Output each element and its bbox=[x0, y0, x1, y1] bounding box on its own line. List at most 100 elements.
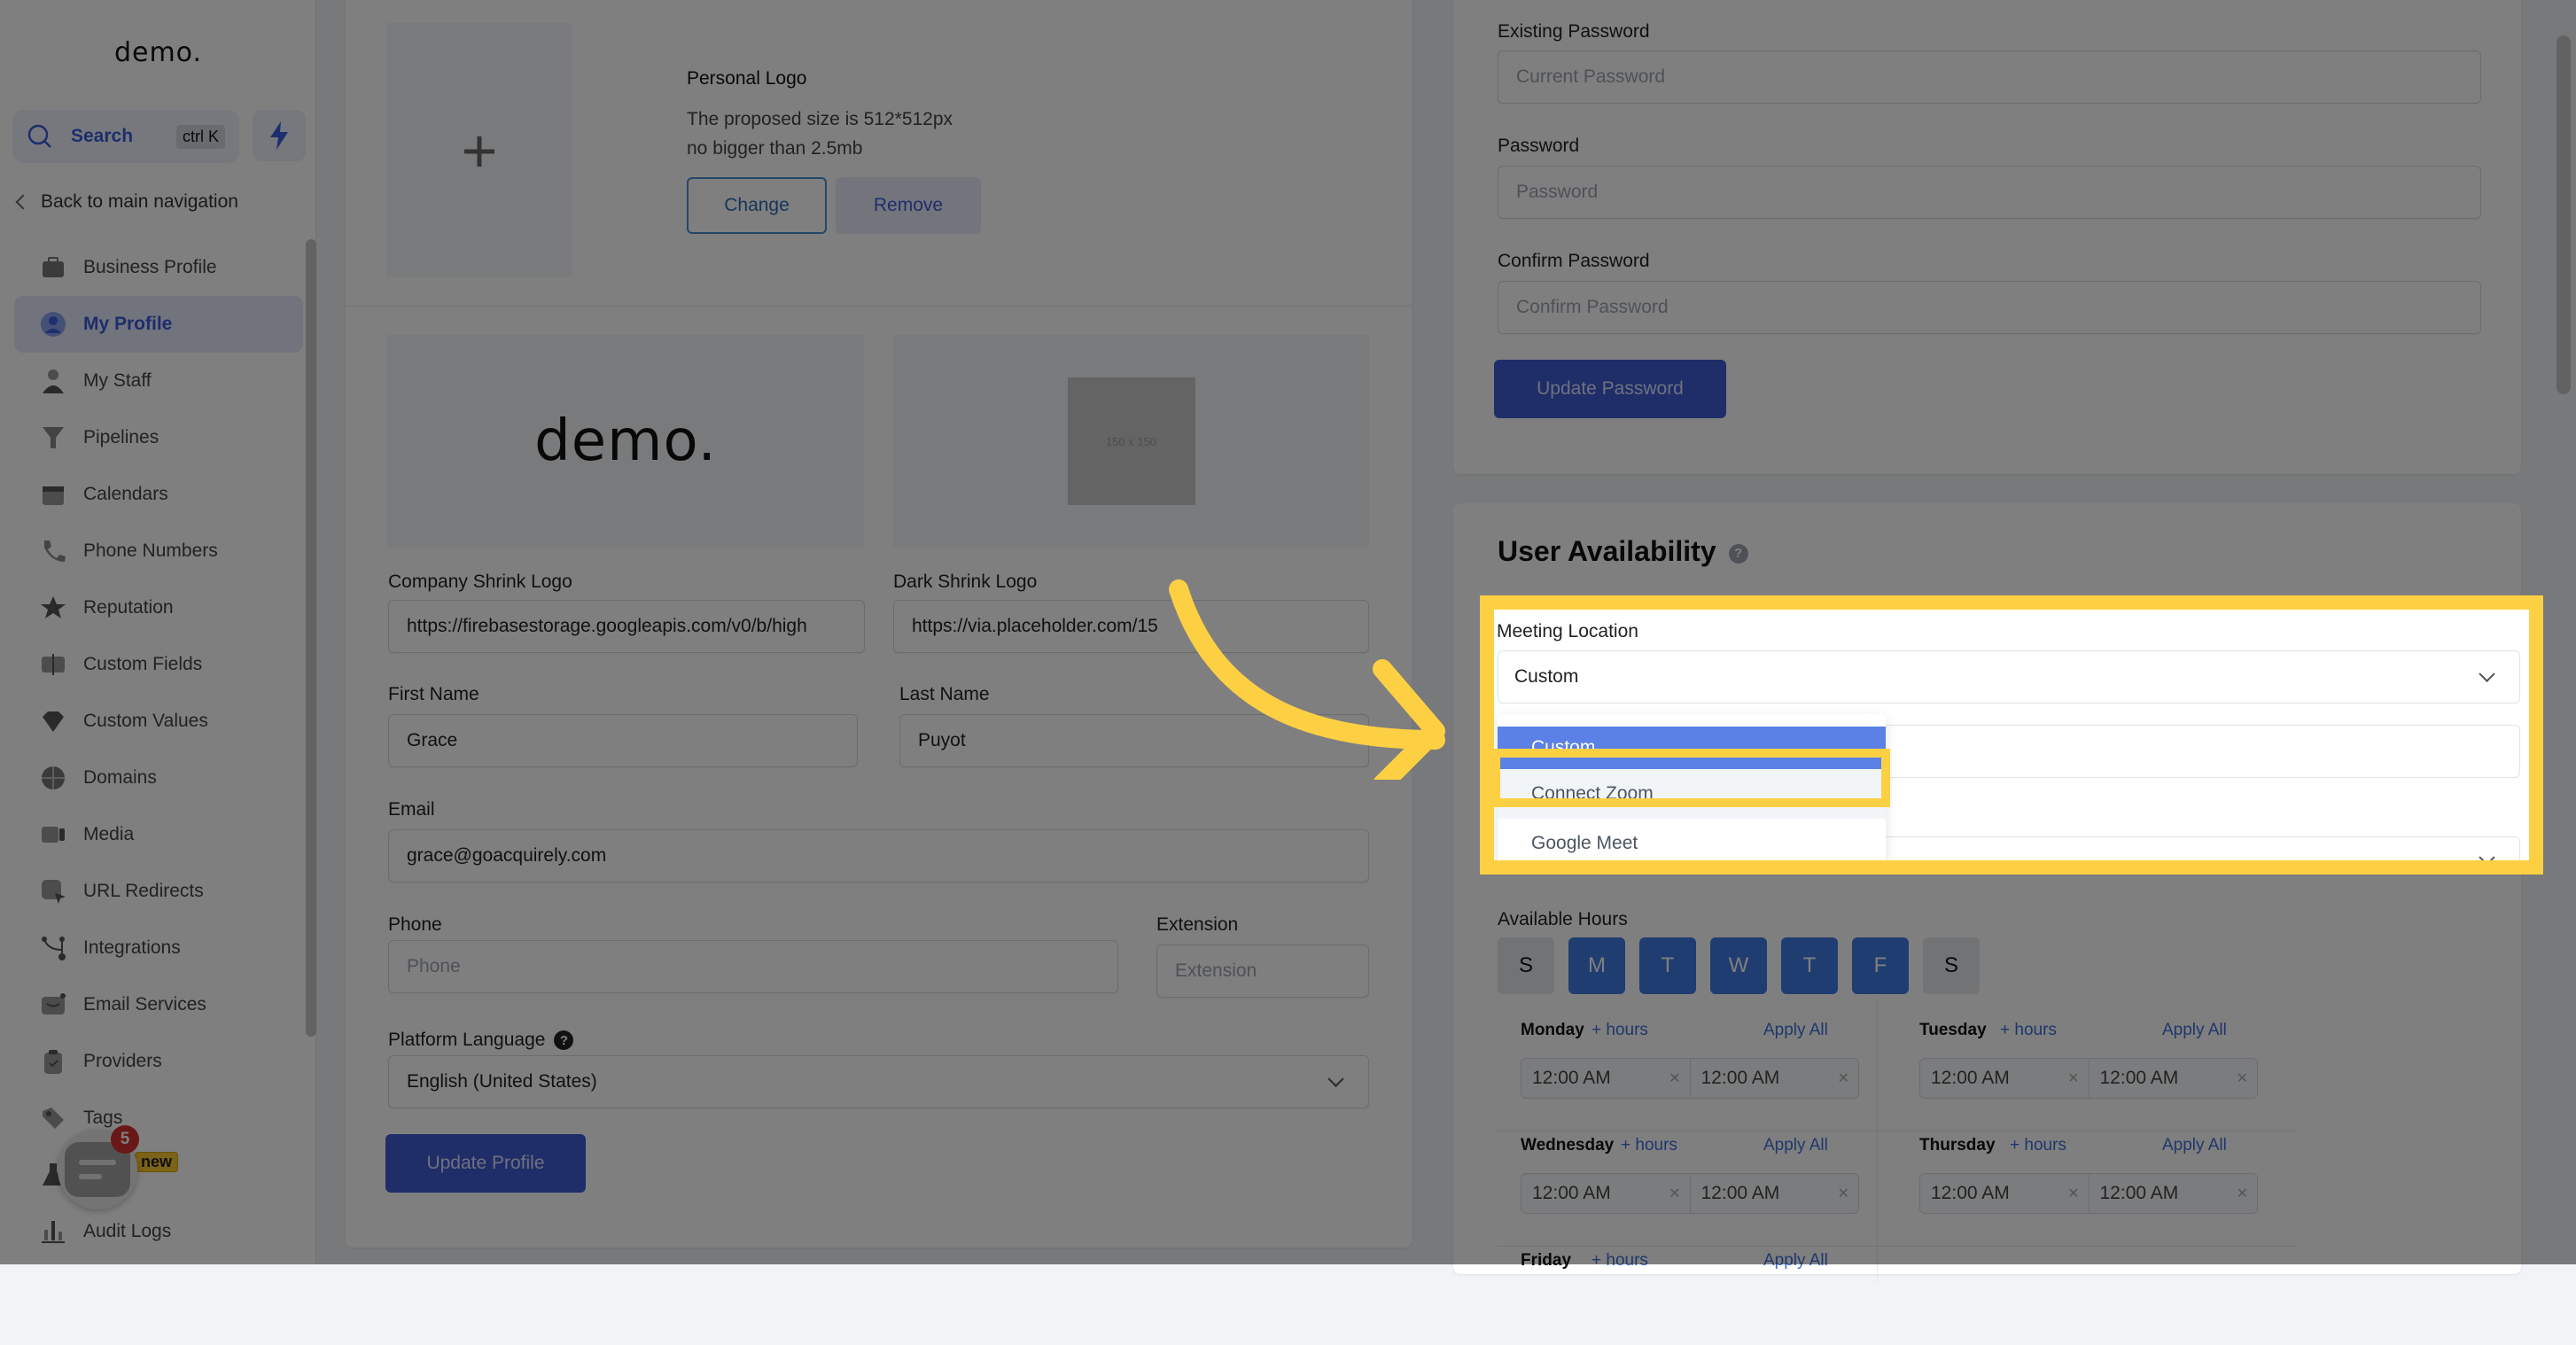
meeting-location-select[interactable]: Custom bbox=[1498, 650, 2520, 704]
email-icon bbox=[39, 991, 67, 1019]
end-time-input[interactable]: 12:00 AM ✕ bbox=[1689, 1174, 1859, 1213]
sidebar-item-domains[interactable]: Domains bbox=[14, 750, 303, 806]
sidebar-item-reputation[interactable]: Reputation bbox=[14, 579, 303, 636]
clear-icon[interactable]: ✕ bbox=[1669, 1185, 1680, 1202]
phone-input[interactable]: Phone bbox=[388, 940, 1118, 993]
clear-icon[interactable]: ✕ bbox=[2237, 1185, 2248, 1202]
apply-all-link[interactable]: Apply All bbox=[1763, 1251, 1828, 1271]
end-time-value: 12:00 AM bbox=[2099, 1068, 2179, 1088]
day-toggle[interactable]: M bbox=[1568, 937, 1625, 994]
sidebar-item-custom-values[interactable]: Custom Values bbox=[14, 693, 303, 750]
day-toggle[interactable]: W bbox=[1710, 937, 1767, 994]
clear-icon[interactable]: ✕ bbox=[1838, 1185, 1849, 1202]
start-time-input[interactable]: 12:00 AM ✕ bbox=[1521, 1059, 1690, 1098]
start-time-input[interactable]: 12:00 AM ✕ bbox=[1920, 1059, 2089, 1098]
company-shrink-logo-label: Company Shrink Logo bbox=[388, 571, 572, 592]
sidebar-item-audit-logs[interactable]: Audit Logs bbox=[14, 1203, 303, 1260]
chevron-down-icon bbox=[2479, 665, 2495, 682]
sidebar-item-pipelines[interactable]: Pipelines bbox=[14, 409, 303, 466]
extension-input[interactable]: Extension bbox=[1156, 945, 1369, 998]
help-icon[interactable]: ? bbox=[554, 1030, 574, 1051]
logo-weight-hint: no bigger than 2.5mb bbox=[687, 138, 863, 159]
add-hours-link[interactable]: + hours bbox=[1621, 1136, 1677, 1155]
clipboard-check-icon bbox=[39, 1047, 67, 1076]
add-hours-link[interactable]: + hours bbox=[1592, 1251, 1648, 1271]
end-time-input[interactable]: 12:00 AM ✕ bbox=[2088, 1174, 2258, 1213]
sidebar-item-media[interactable]: Media bbox=[14, 806, 303, 863]
connect-zoom-highlight bbox=[1491, 749, 1890, 807]
first-name-input[interactable]: Grace bbox=[388, 714, 858, 767]
email-label: Email bbox=[388, 799, 435, 820]
password-input[interactable]: Password bbox=[1498, 166, 2481, 219]
remove-logo-button[interactable]: Remove bbox=[836, 177, 981, 234]
company-shrink-logo-input[interactable]: https://firebasestorage.googleapis.com/v… bbox=[388, 600, 865, 653]
apply-all-link[interactable]: Apply All bbox=[2162, 1021, 2227, 1040]
clear-icon[interactable]: ✕ bbox=[1669, 1069, 1680, 1087]
end-time-input[interactable]: 12:00 AM ✕ bbox=[2088, 1059, 2258, 1098]
add-hours-link[interactable]: + hours bbox=[2010, 1136, 2066, 1155]
sidebar-item-integrations[interactable]: Integrations bbox=[14, 920, 303, 976]
page-scrollbar[interactable] bbox=[2557, 35, 2571, 394]
dropdown-option-google-meet[interactable]: Google Meet bbox=[1498, 819, 1886, 860]
time-range: 12:00 AM ✕ 12:00 AM ✕ bbox=[1919, 1058, 2258, 1099]
apply-all-link[interactable]: Apply All bbox=[1763, 1021, 1828, 1040]
password-label: Password bbox=[1498, 136, 1580, 156]
back-label: Back to main navigation bbox=[41, 191, 238, 212]
day-name: Thursday bbox=[1919, 1136, 1996, 1155]
personal-logo-title: Personal Logo bbox=[687, 68, 807, 89]
platform-language-select[interactable]: English (United States) bbox=[388, 1055, 1369, 1108]
logo-size-hint: The proposed size is 512*512px bbox=[687, 109, 953, 129]
email-input[interactable]: grace@goacquirely.com bbox=[388, 829, 1369, 882]
platform-language-value: English (United States) bbox=[407, 1071, 597, 1092]
sidebar-item-business-profile[interactable]: Business Profile bbox=[14, 239, 303, 296]
sidebar-item-calendars[interactable]: Calendars bbox=[14, 466, 303, 523]
sidebar-scrollbar[interactable] bbox=[306, 239, 316, 1037]
start-time-input[interactable]: 12:00 AM ✕ bbox=[1920, 1174, 2089, 1213]
sidebar-item-my-staff[interactable]: My Staff bbox=[14, 353, 303, 409]
clear-icon[interactable]: ✕ bbox=[1838, 1069, 1849, 1087]
sidebar-nav: Business Profile My Profile My Staff Pipeli… bbox=[14, 239, 303, 1260]
company-logo-preview[interactable]: demo. bbox=[387, 335, 864, 548]
day-toggle[interactable]: T bbox=[1781, 937, 1838, 994]
back-to-main-navigation[interactable]: Back to main navigation bbox=[15, 191, 238, 213]
day-schedule-monday: Monday + hours Apply All 12:00 AM ✕ 12:00 AM ✕ bbox=[1498, 999, 1896, 1115]
clear-icon[interactable]: ✕ bbox=[2067, 1185, 2079, 1202]
day-toggle[interactable]: T bbox=[1639, 937, 1696, 994]
sidebar-item-email-services[interactable]: Email Services bbox=[14, 976, 303, 1033]
redirect-icon bbox=[39, 877, 67, 906]
day-name: Friday bbox=[1521, 1251, 1572, 1270]
sidebar-item-providers[interactable]: Providers bbox=[14, 1033, 303, 1090]
add-hours-link[interactable]: + hours bbox=[2000, 1021, 2057, 1040]
sidebar-item-tags[interactable]: Tags bbox=[14, 1090, 303, 1147]
personal-logo-upload[interactable]: + bbox=[387, 23, 572, 277]
sidebar-item-custom-fields[interactable]: Custom Fields bbox=[14, 636, 303, 693]
clear-icon[interactable]: ✕ bbox=[2067, 1069, 2079, 1087]
day-toggle[interactable]: S bbox=[1498, 937, 1554, 994]
add-hours-link[interactable]: + hours bbox=[1592, 1021, 1648, 1040]
confirm-password-label: Confirm Password bbox=[1498, 251, 1650, 271]
existing-password-input[interactable]: Current Password bbox=[1498, 51, 2481, 104]
help-icon[interactable]: ? bbox=[1728, 543, 1748, 564]
apply-all-link[interactable]: Apply All bbox=[2162, 1136, 2227, 1155]
quick-actions-button[interactable] bbox=[253, 110, 306, 161]
clear-icon[interactable]: ✕ bbox=[2237, 1069, 2248, 1087]
day-toggle[interactable]: F bbox=[1852, 937, 1909, 994]
chevron-left-icon bbox=[15, 194, 31, 210]
change-logo-button[interactable]: Change bbox=[687, 177, 827, 234]
start-time-input[interactable]: 12:00 AM ✕ bbox=[1521, 1174, 1690, 1213]
sidebar-item-my-profile[interactable]: My Profile bbox=[14, 296, 303, 353]
end-time-input[interactable]: 12:00 AM ✕ bbox=[1689, 1059, 1859, 1098]
pointer-arrow-icon bbox=[1169, 579, 1445, 780]
dark-logo-preview[interactable]: 150 x 150 bbox=[893, 335, 1369, 548]
sidebar-item-phone-numbers[interactable]: Phone Numbers bbox=[14, 523, 303, 579]
phone-icon bbox=[39, 537, 67, 565]
sidebar-item-url-redirects[interactable]: URL Redirects bbox=[14, 863, 303, 920]
update-profile-button[interactable]: Update Profile bbox=[385, 1134, 586, 1193]
search-button[interactable]: Search ctrl K bbox=[12, 110, 239, 163]
day-toggle[interactable]: S bbox=[1923, 937, 1980, 994]
confirm-password-input[interactable]: Confirm Password bbox=[1498, 281, 2481, 334]
sidebar-item-label: Audit Logs bbox=[83, 1221, 172, 1241]
start-time-value: 12:00 AM bbox=[1931, 1068, 2010, 1088]
apply-all-link[interactable]: Apply All bbox=[1763, 1136, 1828, 1155]
update-password-button[interactable]: Update Password bbox=[1494, 360, 1726, 418]
